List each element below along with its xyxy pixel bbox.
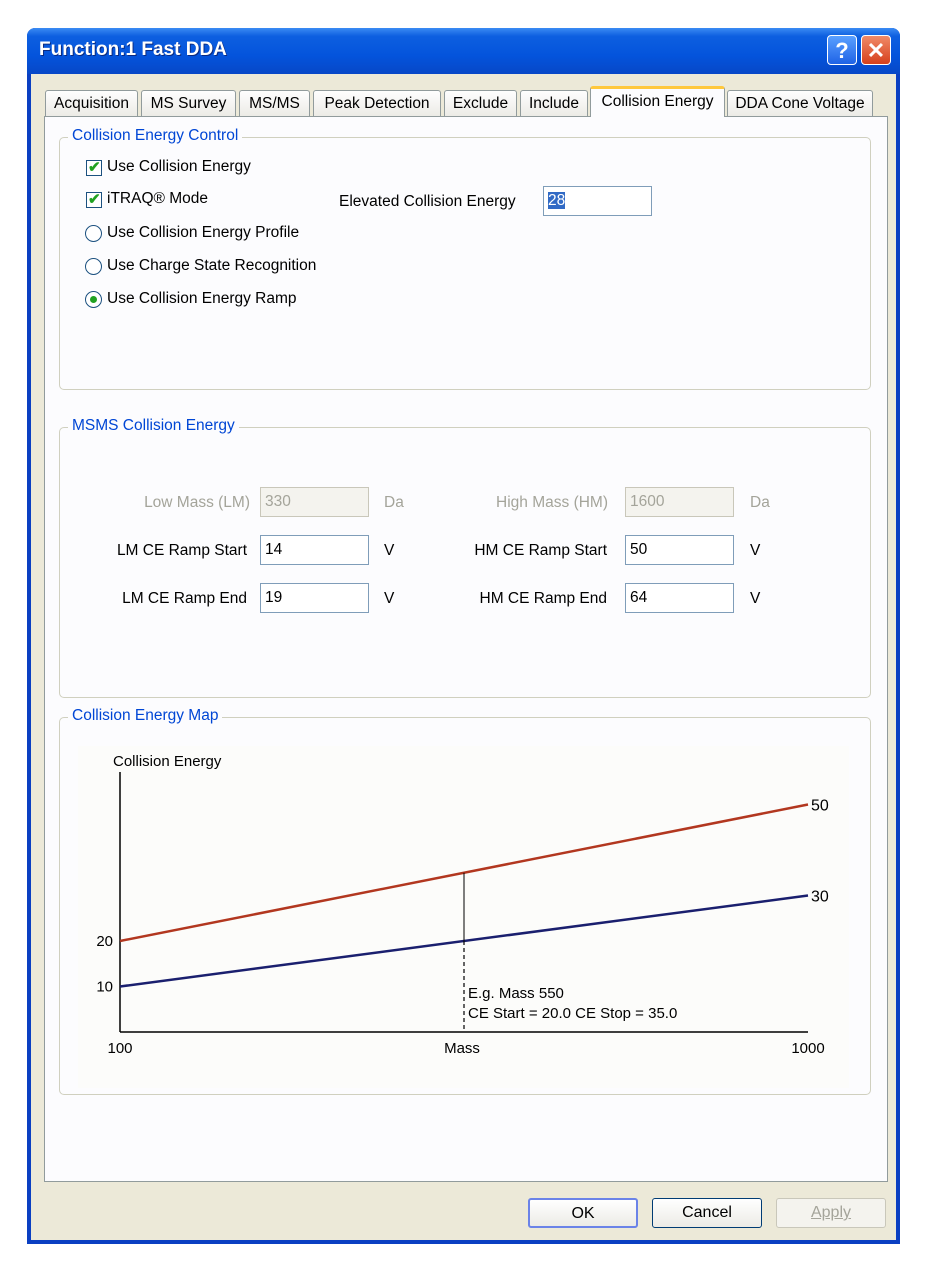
ok-button[interactable]: OK	[528, 1198, 638, 1228]
selected-text: 28	[548, 192, 566, 209]
tab-acquisition[interactable]: Acquisition	[45, 90, 138, 116]
collision-energy-map-chart: Collision Energy Mass 100 1000 20 10 50 30 E.g. …	[78, 746, 849, 1088]
check-icon: ✔	[88, 159, 101, 176]
radio-collision-energy-profile[interactable]	[85, 225, 102, 242]
collision-energy-control-group: Collision Energy Control ✔ Use Collision…	[59, 127, 871, 390]
cancel-button[interactable]: Cancel	[652, 1198, 762, 1228]
radio-label-charge-state[interactable]: Use Charge State Recognition	[107, 257, 316, 275]
check-icon: ✔	[88, 191, 101, 208]
lm-ce-ramp-start-label: LM CE Ramp Start	[116, 542, 247, 559]
annotation-mass: E.g. Mass 550	[468, 985, 564, 1002]
tab-include[interactable]: Include	[520, 90, 588, 116]
x-tick-label-min: 100	[107, 1040, 132, 1057]
elevated-collision-energy-input[interactable]: 28	[543, 186, 652, 216]
tab-collision-energy[interactable]: Collision Energy	[590, 86, 725, 117]
help-button[interactable]: ?	[827, 35, 857, 65]
y-tick-label: 10	[96, 979, 113, 996]
high-mass-unit: Da	[750, 494, 770, 511]
hm-ce-ramp-end-unit: V	[750, 590, 761, 607]
lm-ce-ramp-start-unit: V	[384, 542, 395, 559]
radio-selected-dot	[90, 296, 97, 303]
radio-charge-state-recognition[interactable]	[85, 258, 102, 275]
hm-ce-ramp-start-unit: V	[750, 542, 761, 559]
window-title: Function:1 Fast DDA	[39, 39, 227, 60]
use-collision-energy-label[interactable]: Use Collision Energy	[107, 158, 251, 176]
hm-ce-ramp-start-label: HM CE Ramp Start	[474, 542, 607, 559]
radio-collision-energy-ramp[interactable]	[85, 291, 102, 308]
radio-label-ramp[interactable]: Use Collision Energy Ramp	[107, 290, 297, 308]
radio-label-profile[interactable]: Use Collision Energy Profile	[107, 224, 299, 242]
tab-exclude[interactable]: Exclude	[444, 90, 517, 116]
dialog-window: Function:1 Fast DDA ? ✕ Acquisition MS S…	[27, 28, 900, 1244]
tab-ms-survey[interactable]: MS Survey	[141, 90, 236, 116]
series-end-label: 50	[811, 798, 829, 815]
elevated-collision-energy-label: Elevated Collision Energy	[339, 193, 516, 210]
lm-ce-ramp-start-input[interactable]: 14	[260, 535, 369, 565]
high-mass-label: High Mass (HM)	[496, 494, 608, 511]
group-legend: MSMS Collision Energy	[68, 417, 239, 435]
x-axis-label: Mass	[444, 1040, 480, 1057]
group-legend: Collision Energy Control	[68, 127, 243, 145]
hm-ce-ramp-end-label: HM CE Ramp End	[479, 590, 607, 607]
low-mass-label: Low Mass (LM)	[144, 494, 250, 511]
y-axis-label: Collision Energy	[113, 753, 222, 770]
y-tick-label: 20	[96, 933, 113, 950]
lm-ce-ramp-end-input[interactable]: 19	[260, 583, 369, 613]
tab-dda-cone-voltage[interactable]: DDA Cone Voltage	[727, 90, 873, 116]
close-button[interactable]: ✕	[861, 35, 891, 65]
itraq-mode-checkbox[interactable]: ✔	[86, 191, 102, 208]
msms-collision-energy-group: MSMS Collision Energy Low Mass (LM) 330 …	[59, 417, 871, 698]
x-tick-label-max: 1000	[791, 1040, 824, 1057]
annotation-ce: CE Start = 20.0 CE Stop = 35.0	[468, 1005, 677, 1022]
hm-ce-ramp-start-input[interactable]: 50	[625, 535, 734, 565]
apply-button[interactable]: Apply	[776, 1198, 886, 1228]
lm-ce-ramp-end-label: LM CE Ramp End	[122, 590, 247, 607]
dialog-client: Acquisition MS Survey MS/MS Peak Detecti…	[31, 74, 896, 1240]
high-mass-input[interactable]: 1600	[625, 487, 734, 517]
collision-energy-map-group: Collision Energy Map Collision Energy Mas…	[59, 707, 871, 1095]
tab-ms-ms[interactable]: MS/MS	[239, 90, 310, 116]
series-end-label: 30	[811, 889, 829, 906]
group-legend: Collision Energy Map	[68, 707, 223, 725]
low-mass-input[interactable]: 330	[260, 487, 369, 517]
low-mass-unit: Da	[384, 494, 404, 511]
itraq-mode-label[interactable]: iTRAQ® Mode	[107, 190, 208, 208]
tab-panel: Collision Energy Control ✔ Use Collision…	[44, 116, 888, 1182]
hm-ce-ramp-end-input[interactable]: 64	[625, 583, 734, 613]
tab-peak-detection[interactable]: Peak Detection	[313, 90, 441, 116]
title-bar[interactable]: Function:1 Fast DDA ? ✕	[27, 28, 900, 74]
lm-ce-ramp-end-unit: V	[384, 590, 395, 607]
use-collision-energy-checkbox[interactable]: ✔	[86, 159, 102, 176]
